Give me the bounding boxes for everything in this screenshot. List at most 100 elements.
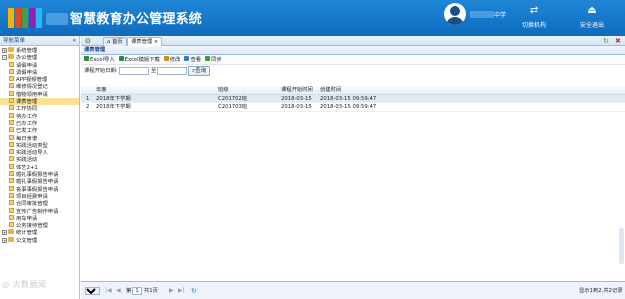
refresh-icon[interactable]: ↻	[191, 282, 197, 299]
page-icon	[9, 119, 14, 125]
page-icon	[9, 185, 14, 191]
sidebar-item-label: 项目经费申请	[16, 193, 48, 200]
close-all-icon[interactable]: ✖	[615, 36, 621, 46]
close-icon[interactable]: ×	[154, 39, 158, 45]
page-icon	[9, 61, 14, 67]
sidebar-item[interactable]: 体艺2+1	[0, 163, 79, 171]
expand-toggle-icon[interactable]: +	[2, 230, 7, 236]
sidebar-item-label: 用车申请	[16, 215, 38, 222]
data-grid: 年度 班级 课程开始时间 创建时间 1 2018年下学期 C201702班 2018-…	[81, 86, 625, 112]
start-date-to-input[interactable]	[157, 67, 187, 75]
next-page-icon[interactable]: ▶	[169, 282, 174, 299]
toolbar-button[interactable]: Excel模版下载	[118, 56, 160, 63]
sidebar-item[interactable]: 借物领用申请	[0, 90, 79, 98]
sidebar-item[interactable]: + 公文管理	[0, 236, 79, 244]
toolbar-button-label: Excel导入	[90, 57, 115, 63]
sidebar-item[interactable]: 实践活动导入	[0, 149, 79, 156]
switch-org-label: 切换机构	[522, 22, 547, 29]
tab-scroll-left-icon[interactable]: ⊙	[85, 36, 91, 46]
tab-schedule[interactable]: 课表管理 ×	[127, 37, 163, 46]
expand-toggle-icon[interactable]: +	[2, 237, 7, 243]
nav-tree: + 系统管理 − 办公管理 请假申请 调假申请 APP视频管理 维修情况登记 借物领用申请 课表管…	[0, 46, 79, 244]
sidebar-item[interactable]: APP视频管理	[0, 76, 79, 83]
sidebar-item[interactable]: 请假申请	[0, 61, 79, 69]
toolbar-button[interactable]: 修改	[163, 56, 180, 63]
col-header-created[interactable]: 创建时间	[320, 86, 341, 95]
logout-label: 安全退出	[580, 22, 605, 29]
sidebar-item[interactable]: 工作协同	[0, 105, 79, 112]
watermark: ◎ 大数据阅	[2, 279, 47, 290]
switch-org-button[interactable]: ⇄ 切换机构	[522, 6, 547, 30]
sidebar-item[interactable]: 婚礼事假报告申请	[0, 171, 79, 178]
expand-toggle-icon[interactable]: +	[2, 48, 7, 53]
sidebar-item[interactable]: 维修情况登记	[0, 83, 79, 90]
sidebar-item[interactable]: + 系统管理	[0, 47, 79, 54]
toolbar-button[interactable]: 查看	[184, 56, 201, 63]
sidebar-item[interactable]: 宣传广告制作申请	[0, 207, 79, 215]
table-row[interactable]: 1 2018年下学期 C201702班 2018-03-15 2018-03-15 09…	[81, 94, 625, 103]
cell-no: 1	[86, 95, 90, 102]
search-button-label: 查询	[195, 68, 207, 74]
view-icon	[184, 56, 190, 61]
start-date-from-input[interactable]	[119, 67, 149, 75]
refresh-tab-icon[interactable]: ↻	[603, 36, 609, 46]
tab-bar: ⌂ 首页 课表管理 × ⊙ ↻ ✖	[81, 36, 625, 46]
sidebar-item[interactable]: 项目经费申请	[0, 192, 79, 200]
col-header-start[interactable]: 课程开始时间	[281, 86, 313, 95]
first-page-icon[interactable]: |◀	[105, 282, 112, 299]
table-row[interactable]: 2 2018年下学期 C201703班 2018-03-15 2018-03-15 09…	[81, 103, 625, 112]
redacted-block	[46, 13, 68, 25]
prev-page-icon[interactable]: ◀	[116, 282, 121, 299]
expand-toggle-icon[interactable]: −	[2, 55, 7, 61]
sidebar-item[interactable]: 课表管理	[0, 98, 79, 106]
sidebar-item[interactable]: 实践活动	[0, 156, 79, 163]
scrollbar[interactable]	[619, 228, 624, 264]
sidebar-item[interactable]: 公务接待管理	[0, 222, 79, 229]
cell-class: C201702班	[218, 95, 248, 102]
sidebar-item[interactable]: 合同审批管理	[0, 200, 79, 207]
sidebar-item-label: 每日食谱	[16, 135, 38, 142]
cell-created: 2018-03-15 09:59:47	[320, 95, 377, 102]
sidebar-item-label: 婚礼事假报告申请	[16, 172, 59, 179]
sidebar-item[interactable]: 实践活动类型	[0, 141, 79, 149]
col-header-year[interactable]: 年度	[96, 86, 107, 95]
search-label: 课程开始日期:	[84, 68, 118, 74]
page-number-input[interactable]	[132, 287, 142, 295]
sidebar-item[interactable]: 婚礼事假报告申请	[0, 178, 79, 185]
cell-start: 2018-03-15	[281, 95, 312, 102]
sidebar-item[interactable]: 已发工作	[0, 127, 79, 134]
grid-header-row: 年度 班级 课程开始时间 创建时间	[81, 86, 625, 95]
sidebar-item[interactable]: 丧事事假报告申请	[0, 185, 79, 193]
collapse-icon[interactable]: «	[72, 36, 76, 46]
sidebar-item[interactable]: 每日食谱	[0, 134, 79, 142]
logout-icon: ⏏	[587, 5, 597, 16]
sidebar-item-label: 合同审批管理	[16, 201, 48, 208]
sidebar-item[interactable]: 用车申请	[0, 214, 79, 222]
sidebar-item[interactable]: − 办公管理	[0, 54, 79, 61]
page-icon	[9, 90, 14, 96]
folder-icon	[8, 54, 14, 60]
user-avatar[interactable]	[444, 3, 466, 25]
toolbar-button[interactable]: 同步	[205, 56, 222, 63]
sidebar-item[interactable]: 调假申请	[0, 68, 79, 76]
page-size-select[interactable]: 10	[85, 287, 100, 295]
last-page-icon[interactable]: ▶|	[178, 282, 185, 299]
search-button[interactable]: ⌕查询	[188, 66, 211, 76]
toolbar-button[interactable]: Excel导入	[84, 56, 115, 63]
record-summary: 显示1到2,共2记录	[579, 288, 623, 294]
sidebar-item[interactable]: 已办工作	[0, 119, 79, 127]
page-icon	[9, 127, 14, 133]
sidebar-item[interactable]: + 统计管理	[0, 229, 79, 236]
logout-button[interactable]: ⏏ 安全退出	[580, 5, 605, 30]
nav-sidebar: 导航菜单 « + 系统管理 − 办公管理 请假申请 调假申请 APP视频管理 维修情况登记 借物领…	[0, 36, 80, 299]
logo	[8, 6, 42, 30]
sidebar-item[interactable]: 待办工作	[0, 112, 79, 120]
toolbar: Excel导入 Excel模版下载 修改 查看 同步	[81, 55, 625, 65]
page-total: 共1页	[144, 288, 158, 294]
sidebar-item-label: 宣传广告制作申请	[16, 208, 59, 215]
nav-title: 导航菜单 «	[0, 36, 79, 46]
col-header-class[interactable]: 班级	[218, 86, 229, 95]
page-prefix: 第	[126, 288, 132, 294]
tab-home-label: 首页	[112, 39, 123, 45]
tab-home[interactable]: ⌂ 首页	[103, 37, 127, 46]
